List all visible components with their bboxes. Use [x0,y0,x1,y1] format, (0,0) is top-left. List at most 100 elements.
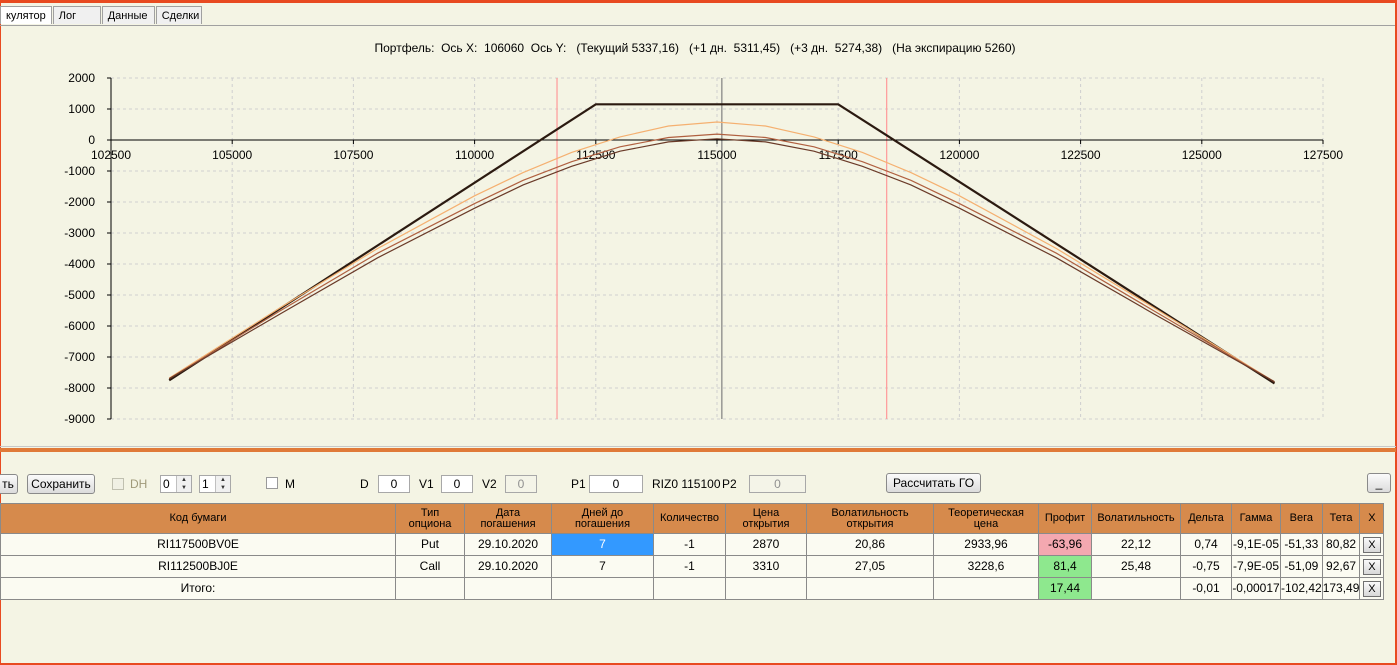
delete-row-button[interactable]: X [1362,537,1381,553]
x-tick-label: 115000 [697,148,736,162]
p1-label: P1 [571,477,586,491]
cell-empty [395,577,465,600]
cell-type[interactable]: Put [395,533,465,556]
minimize-button[interactable]: _ [1367,473,1391,493]
panel-splitter[interactable] [0,448,1396,452]
col-header-days[interactable]: Дней до погашения [551,503,654,534]
cell-delete: X [1359,533,1385,556]
tab-log[interactable]: Лог [52,6,101,24]
cell-type[interactable]: Call [395,555,465,578]
x-tick-label: 125000 [1182,148,1222,162]
cell-empty [464,577,552,600]
col-header-expiry[interactable]: Дата погашения [464,503,552,534]
cell-days[interactable]: 7 [551,555,654,578]
v2-label: V2 [482,477,497,491]
cell-code[interactable]: RI117500BV0E [0,533,396,556]
cell-empty [806,577,934,600]
cell-vol[interactable]: 22,12 [1091,533,1181,556]
cell-code[interactable]: RI112500BJ0E [0,555,396,578]
x-tick-label: 107500 [333,148,373,162]
p1-field[interactable]: 0 [589,475,643,493]
cell-vega[interactable]: -51,33 [1280,533,1323,556]
cell-vega[interactable]: -51,09 [1280,555,1323,578]
chart-title: Портфель: Ось X: 106060 Ось Y: (Текущий … [374,41,1015,55]
cell-open-vol[interactable]: 27,05 [806,555,934,578]
spin-input-1[interactable]: 0 ▲ ▼ [160,475,192,493]
v2-field[interactable]: 0 [505,475,537,493]
y-tick-label: -6000 [64,319,95,333]
dh-label: DH [130,477,148,491]
cell-profit[interactable]: 81,4 [1038,555,1092,578]
col-header-type[interactable]: Тип опциона [395,503,465,534]
x-tick-label: 110000 [455,148,494,162]
cell-empty [551,577,654,600]
col-header-code[interactable]: Код бумаги [0,503,396,534]
p2-label: P2 [722,477,737,491]
v1-field[interactable]: 0 [441,475,473,493]
tab-calculator[interactable]: кулятор [0,6,52,24]
col-header-vol[interactable]: Волатильность [1091,503,1181,534]
cell-empty [653,577,726,600]
spin-value-2: 1 [202,477,209,491]
y-tick-label: -8000 [64,381,95,395]
cell-qty[interactable]: -1 [653,555,726,578]
cell-delta[interactable]: -0,75 [1180,555,1232,578]
cell-vol[interactable]: 25,48 [1091,555,1181,578]
cell-expiry[interactable]: 29.10.2020 [464,555,552,578]
dh-checkbox[interactable] [112,478,124,490]
cell-gamma[interactable]: -9,1E-05 [1231,533,1281,556]
table-row[interactable]: RI117500BV0E Put 29.10.2020 7 -1 2870 20… [0,533,1385,556]
cell-days[interactable]: 7 [551,533,654,556]
tab-deals[interactable]: Сделки [155,6,202,24]
cell-expiry[interactable]: 29.10.2020 [464,533,552,556]
left-cut-button[interactable]: ть [0,474,18,494]
table-row[interactable]: RI112500BJ0E Call 29.10.2020 7 -1 3310 2… [0,555,1385,578]
col-header-qty[interactable]: Количество [653,503,726,534]
x-tick-label: 120000 [939,148,979,162]
col-header-vega[interactable]: Вега [1280,503,1323,534]
cell-empty [933,577,1039,600]
spin-arrows-icon[interactable]: ▲ ▼ [176,476,191,492]
col-header-gamma[interactable]: Гамма [1231,503,1281,534]
tab-data[interactable]: Данные [101,6,155,24]
cell-total-vega: -102,42 [1280,577,1323,600]
col-header-x: X [1359,503,1385,534]
col-header-theta[interactable]: Тета [1321,503,1361,534]
delete-row-button[interactable]: X [1362,581,1381,597]
tab-strip: кулятор Лог Данные Сделки [0,6,203,26]
calc-go-button[interactable]: Рассчитать ГО [886,473,981,493]
cell-total-label: Итого: [0,577,396,600]
table-total-row[interactable]: Итого: 17,44 -0,01 -0,00017 -102,42 173,… [0,577,1385,600]
cell-theor-price[interactable]: 2933,96 [933,533,1039,556]
m-label: M [285,477,295,491]
col-header-delta[interactable]: Дельта [1180,503,1232,534]
cell-theta[interactable]: 92,67 [1321,555,1361,578]
cell-total-delta: -0,01 [1180,577,1232,600]
col-header-open-vol[interactable]: Волатильность открытия [806,503,934,534]
cell-qty[interactable]: -1 [653,533,726,556]
y-tick-label: -3000 [64,226,95,240]
cell-open-price[interactable]: 3310 [725,555,807,578]
spin-arrows-icon[interactable]: ▲ ▼ [215,476,230,492]
spin-input-2[interactable]: 1 ▲ ▼ [199,475,231,493]
y-tick-label: 0 [88,133,95,147]
chart-axes: 102500 105000 107500 110000 112500 115000 1175… [64,71,1343,426]
cell-gamma[interactable]: -7,9E-05 [1231,555,1281,578]
m-checkbox[interactable] [266,477,278,489]
y-tick-label: -9000 [64,412,95,426]
cell-theor-price[interactable]: 3228,6 [933,555,1039,578]
cell-open-vol[interactable]: 20,86 [806,533,934,556]
col-header-open-price[interactable]: Цена открытия [725,503,807,534]
col-header-theor-price[interactable]: Теоретическая цена [933,503,1039,534]
delete-row-button[interactable]: X [1362,559,1381,575]
cell-open-price[interactable]: 2870 [725,533,807,556]
save-button[interactable]: Сохранить [27,474,95,494]
cell-profit[interactable]: -63,96 [1038,533,1092,556]
cell-empty [1091,577,1181,600]
chart-grid [111,77,1324,420]
p2-field[interactable]: 0 [749,475,806,493]
cell-theta[interactable]: 80,82 [1321,533,1361,556]
cell-delta[interactable]: 0,74 [1180,533,1232,556]
col-header-profit[interactable]: Профит [1038,503,1092,534]
d-field[interactable]: 0 [378,475,410,493]
